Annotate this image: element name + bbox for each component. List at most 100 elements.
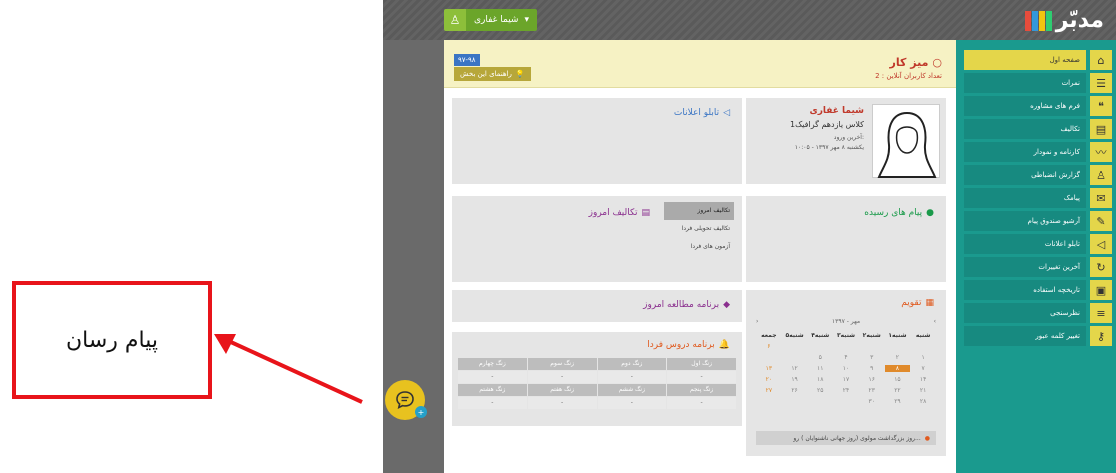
- calendar-day[interactable]: ۱۴: [910, 376, 936, 383]
- user-icon: ♙: [444, 9, 466, 31]
- calendar-day[interactable]: [885, 343, 911, 350]
- messenger-button[interactable]: +: [385, 380, 427, 420]
- calendar-day[interactable]: [833, 343, 859, 350]
- period-header: زنگ دوم: [597, 358, 667, 370]
- schedule-title[interactable]: برنامه دروس فردا: [647, 340, 715, 350]
- sidebar-item[interactable]: آرشیو صندوق پیام ✎: [964, 211, 1112, 231]
- calendar-grid: جمعه ۵شنبه ۴شنبه ۳شنبه ۲شنبه ۱شنبه شنبه ۶ ۵ ۴ ۳ ۲ ۱ ۱…: [756, 332, 936, 405]
- calendar-day[interactable]: ۲۵: [807, 387, 833, 394]
- logo-text: مدبّر: [1055, 8, 1104, 33]
- notice-board-title[interactable]: تابلو اعلانات: [674, 108, 719, 118]
- notice-board-panel: تابلو اعلانات ◁: [452, 98, 742, 184]
- period-cell: -: [458, 397, 527, 409]
- homework-title[interactable]: تکالیف امروز: [589, 208, 638, 218]
- calendar-day[interactable]: [807, 343, 833, 350]
- period-header: زنگ هشتم: [458, 384, 527, 396]
- megaphone-icon: ◁: [1090, 234, 1112, 254]
- sidebar-item[interactable]: تاریخچه استفاده ▣: [964, 280, 1112, 300]
- calendar-day[interactable]: [910, 343, 936, 350]
- calendar-day[interactable]: [833, 398, 859, 405]
- period-header: زنگ چهارم: [458, 358, 527, 370]
- calendar-day[interactable]: ۵: [807, 354, 833, 361]
- tab-today-homework[interactable]: تکالیف امروز: [664, 202, 734, 220]
- calendar-day[interactable]: ۱۳: [756, 365, 782, 372]
- calendar-day[interactable]: ۱: [910, 354, 936, 361]
- sidebar-item[interactable]: صفحه اول ⌂: [964, 50, 1112, 70]
- avatar: [872, 104, 940, 178]
- period-cell: -: [597, 397, 667, 409]
- user-name: شیما غفاری: [474, 15, 519, 25]
- calendar-day[interactable]: [756, 398, 782, 405]
- sidebar-item-label: نظرسنجی: [964, 303, 1086, 323]
- calendar-day[interactable]: ۴: [833, 354, 859, 361]
- calendar-prev-button[interactable]: ‹: [934, 318, 936, 325]
- calendar-next-button[interactable]: ›: [756, 318, 758, 325]
- calendar-day[interactable]: ۱۶: [859, 376, 885, 383]
- tab-tomorrow-exams[interactable]: آزمون های فردا: [664, 238, 734, 256]
- calendar-day[interactable]: ۱۱: [807, 365, 833, 372]
- calendar-day[interactable]: ۱۷: [833, 376, 859, 383]
- message-icon: ✎: [1090, 211, 1112, 231]
- sidebar-item-label: پیامک: [964, 188, 1086, 208]
- calendar-day[interactable]: [782, 354, 808, 361]
- user-menu[interactable]: ♙ شیما غفاری ▾: [444, 9, 537, 31]
- sidebar-item-label: تکالیف: [964, 119, 1086, 139]
- calendar-day[interactable]: ۱۹: [782, 376, 808, 383]
- sidebar-item[interactable]: پیامک ✉: [964, 188, 1112, 208]
- calendar-day[interactable]: ۲۰: [756, 376, 782, 383]
- calendar-day[interactable]: ۲۳: [859, 387, 885, 394]
- sidebar-item[interactable]: نظرسنجی ≡: [964, 303, 1112, 323]
- desk-header: میز کار ○ تعداد کاربران آنلاین : 2 ۹۷-۹۸…: [444, 40, 956, 88]
- study-title[interactable]: برنامه مطالعه امروز: [643, 300, 719, 310]
- calendar-day[interactable]: ۱۰: [833, 365, 859, 372]
- sidebar-item-label: آخرین تغییرات: [964, 257, 1086, 277]
- period-cell: -: [667, 371, 736, 383]
- tab-tomorrow-homework[interactable]: تکالیف تحویلی فردا: [664, 220, 734, 238]
- calendar-day[interactable]: [859, 343, 885, 350]
- calendar-day[interactable]: [782, 343, 808, 350]
- calendar-day[interactable]: ۲۷: [756, 387, 782, 394]
- calendar-day[interactable]: ۸: [884, 365, 911, 372]
- calendar-day[interactable]: [756, 354, 782, 361]
- calendar-day[interactable]: ۲۲: [885, 387, 911, 394]
- calendar-day[interactable]: ۲۶: [782, 387, 808, 394]
- sidebar-item[interactable]: تغییر کلمه عبور ⚷: [964, 326, 1112, 346]
- calendar-day[interactable]: ۱۵: [885, 376, 911, 383]
- bell-icon: ●: [924, 434, 930, 442]
- calendar-day[interactable]: ۲۸: [910, 398, 936, 405]
- sidebar-item[interactable]: نمرات ☰: [964, 73, 1112, 93]
- sidebar-item[interactable]: آخرین تغییرات ↻: [964, 257, 1112, 277]
- calendar-day[interactable]: ۲۹: [885, 398, 911, 405]
- calendar-day[interactable]: [807, 398, 833, 405]
- calendar-day[interactable]: ۹: [859, 365, 885, 372]
- sidebar-item[interactable]: تکالیف ▤: [964, 119, 1112, 139]
- weekday-header: ۵شنبه: [785, 332, 804, 339]
- calendar-day[interactable]: ۷: [910, 365, 936, 372]
- calendar-day[interactable]: ۱۸: [807, 376, 833, 383]
- sidebar-item[interactable]: تابلو اعلانات ◁: [964, 234, 1112, 254]
- calendar-title[interactable]: تقویم: [901, 298, 921, 308]
- calendar-day[interactable]: ۲۱: [910, 387, 936, 394]
- sidebar-item[interactable]: فرم های مشاوره ❝: [964, 96, 1112, 116]
- calendar-day[interactable]: ۱۲: [782, 365, 808, 372]
- book-icon: ▤: [641, 208, 650, 218]
- calendar-day[interactable]: ۳۰: [859, 398, 885, 405]
- help-button[interactable]: راهنمای این بخش 💡: [454, 67, 531, 81]
- calendar-event-note[interactable]: روز بزرگداشت مولوی (روز جهانی ناشنوایان …: [756, 431, 936, 445]
- calendar-day[interactable]: ۲: [885, 354, 911, 361]
- sidebar-item[interactable]: گزارش انضباطی ♙: [964, 165, 1112, 185]
- date-badge[interactable]: ۹۷-۹۸: [454, 54, 480, 66]
- calendar-day[interactable]: ۲۴: [833, 387, 859, 394]
- sidebar-item-label: گزارش انضباطی: [964, 165, 1086, 185]
- weekday-header: ۱شنبه: [888, 332, 907, 339]
- weekday-header: ۳شنبه: [836, 332, 856, 339]
- calendar-day[interactable]: ۶: [756, 343, 782, 350]
- circle-icon: ○: [932, 56, 942, 69]
- sidebar-item[interactable]: کارنامه و نمودار 〰: [964, 142, 1112, 162]
- calendar-day[interactable]: [782, 398, 808, 405]
- period-header: زنگ ششم: [597, 384, 667, 396]
- app-logo[interactable]: مدبّر: [1024, 8, 1104, 33]
- messages-title[interactable]: پیام های رسیده: [864, 208, 922, 218]
- period-cell: -: [597, 371, 667, 383]
- calendar-day[interactable]: ۳: [859, 354, 885, 361]
